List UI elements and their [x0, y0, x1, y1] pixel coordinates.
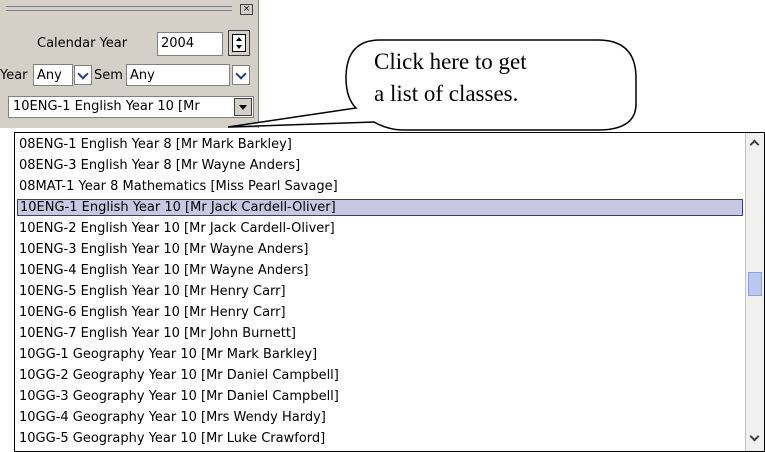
callout-line-1: Click here to get — [374, 49, 527, 74]
callout-line-2: a list of classes. — [374, 81, 519, 106]
callout-text: Click here to get a list of classes. — [374, 46, 614, 110]
